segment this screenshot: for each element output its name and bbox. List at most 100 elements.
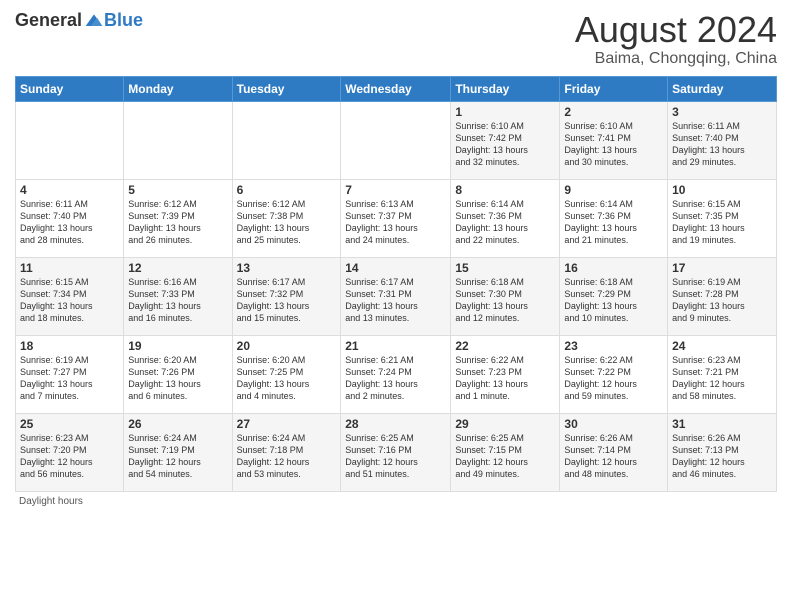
logo: General Blue bbox=[15, 10, 143, 31]
calendar-cell: 17Sunrise: 6:19 AM Sunset: 7:28 PM Dayli… bbox=[668, 257, 777, 335]
day-info: Sunrise: 6:11 AM Sunset: 7:40 PM Dayligh… bbox=[672, 120, 772, 169]
day-info: Sunrise: 6:25 AM Sunset: 7:16 PM Dayligh… bbox=[345, 432, 446, 481]
day-number: 28 bbox=[345, 417, 446, 431]
day-number: 18 bbox=[20, 339, 119, 353]
weekday-header-tuesday: Tuesday bbox=[232, 76, 341, 101]
weekday-header-sunday: Sunday bbox=[16, 76, 124, 101]
day-number: 27 bbox=[237, 417, 337, 431]
day-info: Sunrise: 6:10 AM Sunset: 7:42 PM Dayligh… bbox=[455, 120, 555, 169]
day-info: Sunrise: 6:23 AM Sunset: 7:20 PM Dayligh… bbox=[20, 432, 119, 481]
month-year-title: August 2024 bbox=[575, 10, 777, 50]
calendar-cell: 8Sunrise: 6:14 AM Sunset: 7:36 PM Daylig… bbox=[451, 179, 560, 257]
day-info: Sunrise: 6:19 AM Sunset: 7:27 PM Dayligh… bbox=[20, 354, 119, 403]
day-number: 7 bbox=[345, 183, 446, 197]
calendar-cell: 14Sunrise: 6:17 AM Sunset: 7:31 PM Dayli… bbox=[341, 257, 451, 335]
calendar-cell: 5Sunrise: 6:12 AM Sunset: 7:39 PM Daylig… bbox=[124, 179, 232, 257]
day-info: Sunrise: 6:20 AM Sunset: 7:25 PM Dayligh… bbox=[237, 354, 337, 403]
calendar-cell: 18Sunrise: 6:19 AM Sunset: 7:27 PM Dayli… bbox=[16, 335, 124, 413]
calendar-cell: 12Sunrise: 6:16 AM Sunset: 7:33 PM Dayli… bbox=[124, 257, 232, 335]
calendar-cell bbox=[16, 101, 124, 179]
day-number: 6 bbox=[237, 183, 337, 197]
day-number: 30 bbox=[564, 417, 663, 431]
calendar-cell: 27Sunrise: 6:24 AM Sunset: 7:18 PM Dayli… bbox=[232, 413, 341, 491]
day-info: Sunrise: 6:18 AM Sunset: 7:30 PM Dayligh… bbox=[455, 276, 555, 325]
day-number: 12 bbox=[128, 261, 227, 275]
week-row-1: 1Sunrise: 6:10 AM Sunset: 7:42 PM Daylig… bbox=[16, 101, 777, 179]
week-row-3: 11Sunrise: 6:15 AM Sunset: 7:34 PM Dayli… bbox=[16, 257, 777, 335]
day-number: 21 bbox=[345, 339, 446, 353]
day-info: Sunrise: 6:10 AM Sunset: 7:41 PM Dayligh… bbox=[564, 120, 663, 169]
weekday-header-wednesday: Wednesday bbox=[341, 76, 451, 101]
calendar-cell: 26Sunrise: 6:24 AM Sunset: 7:19 PM Dayli… bbox=[124, 413, 232, 491]
day-info: Sunrise: 6:22 AM Sunset: 7:23 PM Dayligh… bbox=[455, 354, 555, 403]
day-number: 13 bbox=[237, 261, 337, 275]
day-number: 16 bbox=[564, 261, 663, 275]
calendar-cell bbox=[124, 101, 232, 179]
day-info: Sunrise: 6:21 AM Sunset: 7:24 PM Dayligh… bbox=[345, 354, 446, 403]
weekday-header-thursday: Thursday bbox=[451, 76, 560, 101]
day-info: Sunrise: 6:24 AM Sunset: 7:19 PM Dayligh… bbox=[128, 432, 227, 481]
day-number: 26 bbox=[128, 417, 227, 431]
footer: Daylight hours bbox=[15, 496, 777, 507]
day-info: Sunrise: 6:24 AM Sunset: 7:18 PM Dayligh… bbox=[237, 432, 337, 481]
weekday-header-friday: Friday bbox=[560, 76, 668, 101]
week-row-5: 25Sunrise: 6:23 AM Sunset: 7:20 PM Dayli… bbox=[16, 413, 777, 491]
day-number: 14 bbox=[345, 261, 446, 275]
day-info: Sunrise: 6:22 AM Sunset: 7:22 PM Dayligh… bbox=[564, 354, 663, 403]
calendar-cell: 29Sunrise: 6:25 AM Sunset: 7:15 PM Dayli… bbox=[451, 413, 560, 491]
day-number: 31 bbox=[672, 417, 772, 431]
day-number: 23 bbox=[564, 339, 663, 353]
day-info: Sunrise: 6:15 AM Sunset: 7:35 PM Dayligh… bbox=[672, 198, 772, 247]
day-number: 15 bbox=[455, 261, 555, 275]
weekday-header-saturday: Saturday bbox=[668, 76, 777, 101]
day-info: Sunrise: 6:13 AM Sunset: 7:37 PM Dayligh… bbox=[345, 198, 446, 247]
calendar-cell: 15Sunrise: 6:18 AM Sunset: 7:30 PM Dayli… bbox=[451, 257, 560, 335]
calendar-cell bbox=[341, 101, 451, 179]
calendar-cell: 24Sunrise: 6:23 AM Sunset: 7:21 PM Dayli… bbox=[668, 335, 777, 413]
day-info: Sunrise: 6:14 AM Sunset: 7:36 PM Dayligh… bbox=[455, 198, 555, 247]
day-number: 22 bbox=[455, 339, 555, 353]
page: General Blue August 2024 Baima, Chongqin… bbox=[0, 0, 792, 612]
calendar-cell: 21Sunrise: 6:21 AM Sunset: 7:24 PM Dayli… bbox=[341, 335, 451, 413]
day-info: Sunrise: 6:12 AM Sunset: 7:38 PM Dayligh… bbox=[237, 198, 337, 247]
day-number: 20 bbox=[237, 339, 337, 353]
day-number: 8 bbox=[455, 183, 555, 197]
day-info: Sunrise: 6:23 AM Sunset: 7:21 PM Dayligh… bbox=[672, 354, 772, 403]
title-section: August 2024 Baima, Chongqing, China bbox=[575, 10, 777, 68]
calendar-cell: 7Sunrise: 6:13 AM Sunset: 7:37 PM Daylig… bbox=[341, 179, 451, 257]
day-info: Sunrise: 6:17 AM Sunset: 7:32 PM Dayligh… bbox=[237, 276, 337, 325]
day-info: Sunrise: 6:17 AM Sunset: 7:31 PM Dayligh… bbox=[345, 276, 446, 325]
location-title: Baima, Chongqing, China bbox=[575, 50, 777, 68]
calendar-cell: 13Sunrise: 6:17 AM Sunset: 7:32 PM Dayli… bbox=[232, 257, 341, 335]
day-number: 1 bbox=[455, 105, 555, 119]
day-info: Sunrise: 6:19 AM Sunset: 7:28 PM Dayligh… bbox=[672, 276, 772, 325]
day-number: 2 bbox=[564, 105, 663, 119]
day-info: Sunrise: 6:12 AM Sunset: 7:39 PM Dayligh… bbox=[128, 198, 227, 247]
day-number: 9 bbox=[564, 183, 663, 197]
calendar-body: 1Sunrise: 6:10 AM Sunset: 7:42 PM Daylig… bbox=[16, 101, 777, 491]
day-info: Sunrise: 6:16 AM Sunset: 7:33 PM Dayligh… bbox=[128, 276, 227, 325]
calendar-cell: 19Sunrise: 6:20 AM Sunset: 7:26 PM Dayli… bbox=[124, 335, 232, 413]
day-number: 11 bbox=[20, 261, 119, 275]
calendar-cell: 3Sunrise: 6:11 AM Sunset: 7:40 PM Daylig… bbox=[668, 101, 777, 179]
day-number: 5 bbox=[128, 183, 227, 197]
calendar-cell: 2Sunrise: 6:10 AM Sunset: 7:41 PM Daylig… bbox=[560, 101, 668, 179]
calendar-header: SundayMondayTuesdayWednesdayThursdayFrid… bbox=[16, 76, 777, 101]
calendar-cell: 30Sunrise: 6:26 AM Sunset: 7:14 PM Dayli… bbox=[560, 413, 668, 491]
calendar-cell: 10Sunrise: 6:15 AM Sunset: 7:35 PM Dayli… bbox=[668, 179, 777, 257]
calendar-cell: 1Sunrise: 6:10 AM Sunset: 7:42 PM Daylig… bbox=[451, 101, 560, 179]
calendar-cell: 4Sunrise: 6:11 AM Sunset: 7:40 PM Daylig… bbox=[16, 179, 124, 257]
calendar-cell: 23Sunrise: 6:22 AM Sunset: 7:22 PM Dayli… bbox=[560, 335, 668, 413]
weekday-row: SundayMondayTuesdayWednesdayThursdayFrid… bbox=[16, 76, 777, 101]
calendar-cell: 9Sunrise: 6:14 AM Sunset: 7:36 PM Daylig… bbox=[560, 179, 668, 257]
calendar-cell bbox=[232, 101, 341, 179]
day-info: Sunrise: 6:14 AM Sunset: 7:36 PM Dayligh… bbox=[564, 198, 663, 247]
calendar: SundayMondayTuesdayWednesdayThursdayFrid… bbox=[15, 76, 777, 492]
day-number: 25 bbox=[20, 417, 119, 431]
calendar-cell: 28Sunrise: 6:25 AM Sunset: 7:16 PM Dayli… bbox=[341, 413, 451, 491]
day-info: Sunrise: 6:11 AM Sunset: 7:40 PM Dayligh… bbox=[20, 198, 119, 247]
calendar-cell: 6Sunrise: 6:12 AM Sunset: 7:38 PM Daylig… bbox=[232, 179, 341, 257]
calendar-cell: 11Sunrise: 6:15 AM Sunset: 7:34 PM Dayli… bbox=[16, 257, 124, 335]
day-info: Sunrise: 6:26 AM Sunset: 7:13 PM Dayligh… bbox=[672, 432, 772, 481]
day-number: 4 bbox=[20, 183, 119, 197]
